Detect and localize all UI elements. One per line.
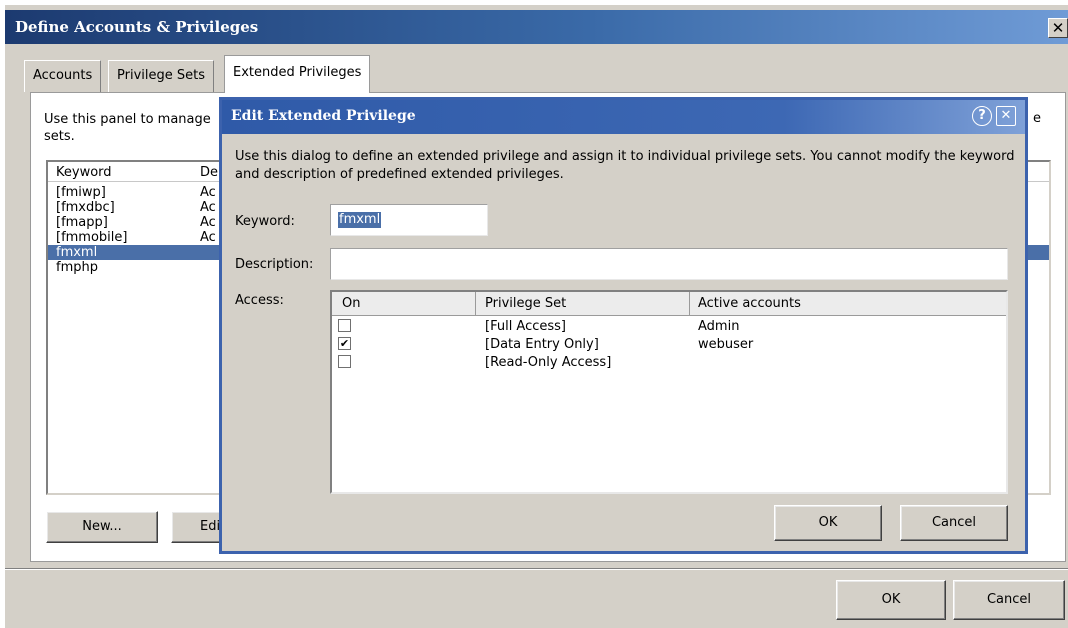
tab-privilege-sets[interactable]: Privilege Sets — [108, 60, 214, 92]
header-privilege-set[interactable]: Privilege Set — [485, 296, 566, 311]
active-accounts-cell: webuser — [698, 337, 754, 352]
header-description[interactable]: De — [200, 165, 218, 180]
dialog-cancel-button[interactable]: Cancel — [900, 505, 1008, 541]
access-checkbox[interactable]: ✔ — [338, 337, 351, 350]
help-icon[interactable]: ? — [972, 106, 992, 126]
window-ok-button[interactable]: OK — [836, 580, 946, 620]
dialog-ok-button[interactable]: OK — [774, 505, 882, 541]
list-item-description: Ac — [200, 215, 216, 230]
privilege-set-cell: [Full Access] — [485, 319, 567, 334]
window-cancel-button[interactable]: Cancel — [953, 580, 1065, 620]
access-checkbox[interactable] — [338, 319, 351, 332]
panel-description-line2: sets. — [44, 129, 75, 144]
edit-extended-privilege-dialog: Edit Extended Privilege ? ✕ Use this dia… — [219, 97, 1028, 554]
privilege-set-cell: [Data Entry Only] — [485, 337, 599, 352]
window-title-bar[interactable]: Define Accounts & Privileges ✕ — [5, 10, 1068, 44]
window-close-icon[interactable]: ✕ — [1048, 18, 1068, 38]
list-item-description: Ac — [200, 185, 216, 200]
list-item-keyword: fmphp — [56, 260, 98, 275]
access-table[interactable]: On Privilege Set Active accounts [Full A… — [330, 290, 1008, 494]
new-button[interactable]: New... — [46, 511, 158, 543]
column-separator[interactable] — [475, 292, 476, 316]
list-item-keyword: [fmxdbc] — [56, 200, 115, 215]
window-separator — [5, 568, 1068, 570]
access-label: Access: — [235, 293, 284, 308]
column-separator[interactable] — [689, 292, 690, 316]
list-item-keyword: [fmapp] — [56, 215, 108, 230]
active-accounts-cell: Admin — [698, 319, 740, 334]
dialog-close-icon[interactable]: ✕ — [996, 106, 1016, 126]
header-active-accounts[interactable]: Active accounts — [698, 296, 801, 311]
panel-description-line1: Use this panel to manage — [44, 112, 211, 127]
dialog-title: Edit Extended Privilege — [231, 108, 416, 124]
tab-accounts[interactable]: Accounts — [24, 60, 102, 92]
keyword-field[interactable]: fmxml — [330, 204, 488, 236]
keyword-value: fmxml — [338, 212, 382, 228]
panel-description: Use this panel to manage sets. — [44, 111, 214, 145]
panel-description-tail: e — [1033, 111, 1041, 126]
list-item-keyword: fmxml — [56, 245, 98, 260]
list-item-description: Ac — [200, 230, 216, 245]
dialog-title-bar[interactable]: Edit Extended Privilege ? ✕ — [222, 100, 1025, 134]
access-checkbox[interactable] — [338, 355, 351, 368]
tab-extended-privileges[interactable]: Extended Privileges — [224, 55, 371, 93]
keyword-label: Keyword: — [235, 214, 295, 229]
window-title: Define Accounts & Privileges — [15, 18, 259, 36]
list-item-description: Ac — [200, 200, 216, 215]
dialog-description: Use this dialog to define an extended pr… — [235, 149, 1015, 182]
list-item-keyword: [fmiwp] — [56, 185, 106, 200]
header-keyword[interactable]: Keyword — [56, 165, 112, 180]
description-label: Description: — [235, 257, 314, 272]
privilege-set-cell: [Read-Only Access] — [485, 355, 612, 370]
header-on[interactable]: On — [342, 296, 360, 311]
access-table-header: On Privilege Set Active accounts — [332, 292, 1006, 316]
description-field[interactable] — [330, 248, 1008, 280]
list-item-keyword: [fmmobile] — [56, 230, 128, 245]
